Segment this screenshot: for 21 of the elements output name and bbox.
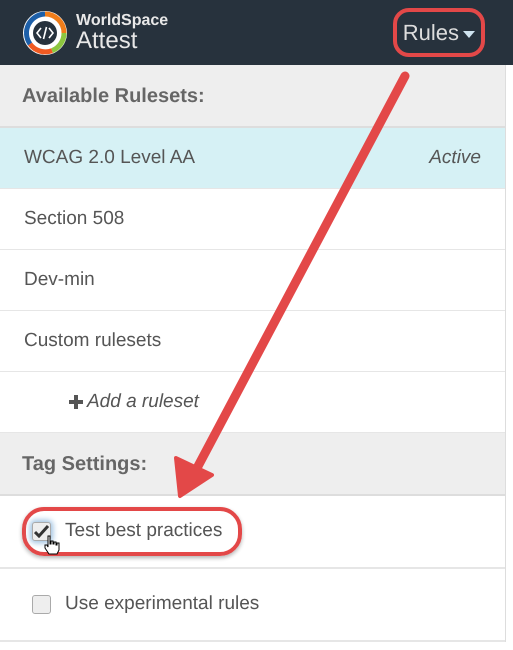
- plus-icon: [69, 395, 83, 409]
- logo-icon: [22, 10, 68, 56]
- checkbox-label: Use experimental rules: [65, 592, 260, 616]
- brand-name: WorldSpace: [76, 12, 168, 28]
- checkbox[interactable]: [32, 595, 51, 614]
- ruleset-label: WCAG 2.0 Level AA: [24, 146, 196, 170]
- checkbox-label: Test best practices: [65, 519, 222, 544]
- ruleset-label: Custom rulesets: [24, 328, 162, 353]
- brand-name: Attest: [76, 28, 138, 52]
- rules-menu-button[interactable]: Rules: [392, 8, 485, 57]
- add-ruleset-label: Add a ruleset: [87, 390, 199, 414]
- hand-cursor-icon: [44, 535, 60, 556]
- status-label: Active: [429, 146, 481, 170]
- section-heading: Available Rulesets:: [0, 65, 505, 128]
- ruleset-label: Dev-min: [24, 268, 95, 292]
- ruleset-label: Section 508: [24, 206, 124, 231]
- tag-setting-item[interactable]: Use experimental rules: [22, 580, 280, 629]
- ruleset-item[interactable]: WCAG 2.0 Level AA Active: [0, 128, 505, 189]
- checkbox[interactable]: [32, 522, 51, 541]
- section-heading: Tag Settings:: [0, 433, 505, 496]
- caret-icon: [463, 30, 475, 38]
